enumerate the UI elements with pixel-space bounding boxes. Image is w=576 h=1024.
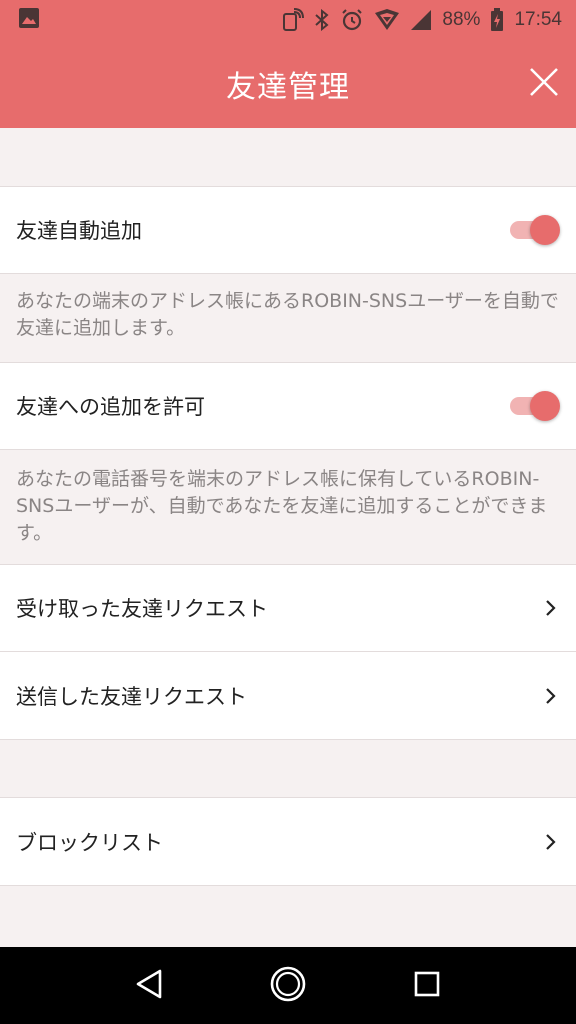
navigation-bar	[0, 947, 576, 1024]
sent-requests-row[interactable]: 送信した友達リクエスト	[0, 651, 576, 740]
allow-add-toggle[interactable]	[510, 391, 560, 421]
received-requests-label: 受け取った友達リクエスト	[16, 597, 268, 621]
recents-icon	[413, 970, 441, 1002]
bluetooth-icon	[314, 9, 330, 31]
chevron-right-icon	[540, 686, 560, 706]
close-button[interactable]	[526, 66, 562, 102]
clock: 17:54	[514, 9, 562, 30]
close-icon	[529, 67, 559, 101]
page-title: 友達管理	[226, 70, 350, 105]
auto-add-label: 友達自動追加	[16, 219, 142, 243]
received-requests-row[interactable]: 受け取った友達リクエスト	[0, 564, 576, 652]
allow-add-label: 友達への追加を許可	[16, 395, 205, 419]
sent-requests-label: 送信した友達リクエスト	[16, 684, 247, 709]
chevron-right-icon	[540, 598, 560, 618]
allow-add-row: 友達への追加を許可	[0, 362, 576, 450]
chevron-right-icon	[540, 832, 560, 852]
signal-icon	[410, 9, 432, 31]
back-icon	[134, 968, 164, 1004]
battery-icon	[490, 8, 504, 32]
allow-add-description: あなたの電話番号を端末のアドレス帳に保有しているROBIN-SNSユーザーが、自…	[16, 468, 548, 544]
wifi-icon	[374, 9, 400, 31]
image-icon	[18, 7, 40, 33]
auto-add-row: 友達自動追加	[0, 186, 576, 274]
block-list-row[interactable]: ブロックリスト	[0, 797, 576, 886]
block-list-label: ブロックリスト	[16, 830, 163, 855]
status-bar: 88% 17:54	[0, 0, 576, 40]
auto-add-toggle[interactable]	[510, 215, 560, 245]
alarm-icon	[340, 8, 364, 32]
recents-button[interactable]	[403, 962, 451, 1010]
auto-add-description: あなたの端末のアドレス帳にあるROBIN-SNSユーザーを自動で友達に追加します…	[16, 290, 559, 339]
home-icon	[269, 965, 307, 1007]
app-bar: 友達管理	[0, 40, 576, 128]
nfc-icon	[280, 8, 305, 32]
back-button[interactable]	[125, 962, 173, 1010]
battery-percent: 88%	[442, 9, 481, 30]
home-button[interactable]	[264, 962, 312, 1010]
